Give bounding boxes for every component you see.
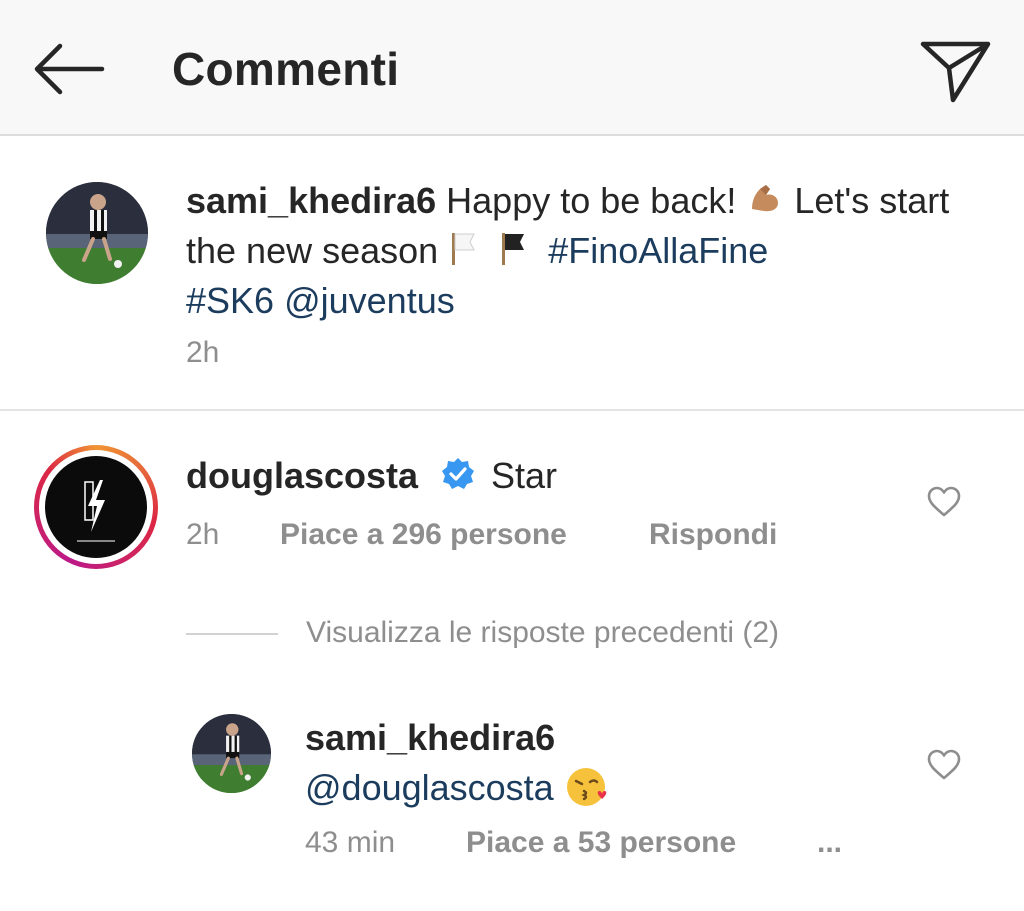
player-photo <box>46 182 148 284</box>
heart-outline-icon <box>927 486 961 517</box>
reply-text: @douglascosta <box>305 763 610 818</box>
reply-username[interactable]: sami_khedira6 <box>305 717 555 759</box>
send-icon <box>920 41 991 103</box>
reply-likes[interactable]: Piace a 53 persone <box>466 826 736 860</box>
comment-likes[interactable]: Piace a 296 persone <box>280 518 567 552</box>
hashtag-link[interactable]: #SK6 <box>186 280 274 321</box>
verified-badge-icon <box>440 456 476 492</box>
mention-link[interactable]: @douglascosta <box>305 767 554 808</box>
divider <box>0 409 1024 411</box>
more-options-button[interactable]: ... <box>817 826 842 860</box>
avatar[interactable] <box>192 714 271 793</box>
comment-text: Star <box>491 455 558 496</box>
avatar <box>45 456 147 558</box>
white-flag-emoji <box>448 229 478 278</box>
caption-username[interactable]: sami_khedira6 <box>186 180 436 221</box>
flexed-biceps-emoji <box>746 179 784 228</box>
avatar-story-ring[interactable] <box>34 445 158 569</box>
reply-button[interactable]: Rispondi <box>649 518 777 552</box>
lightning-logo-icon <box>77 480 115 542</box>
comment-username[interactable]: douglascosta <box>186 455 418 497</box>
player-photo <box>192 714 271 793</box>
caption-text-part-1: Happy to be back! <box>436 180 747 221</box>
share-button[interactable] <box>918 38 992 104</box>
like-button[interactable] <box>926 749 962 781</box>
replies-divider <box>186 633 278 635</box>
view-previous-replies[interactable]: Visualizza le risposte precedenti (2) <box>306 616 779 650</box>
hashtag-link[interactable]: #FinoAllaFine <box>548 230 768 271</box>
reply-timestamp: 43 min <box>305 826 396 859</box>
avatar[interactable] <box>46 182 148 284</box>
black-flag-emoji <box>498 229 528 278</box>
kiss-emoji <box>564 763 610 818</box>
top-bar: Commenti <box>0 0 1024 136</box>
mention-link[interactable]: @juventus <box>284 280 455 321</box>
back-arrow-icon <box>34 43 105 95</box>
like-button[interactable] <box>926 486 962 518</box>
heart-outline-icon <box>927 749 961 780</box>
post-caption: sami_khedira6 Happy to be back! Let's st… <box>186 178 986 324</box>
back-button[interactable] <box>30 38 106 100</box>
caption-timestamp: 2h <box>186 336 220 369</box>
comment-timestamp: 2h <box>186 518 220 551</box>
page-title: Commenti <box>172 43 400 95</box>
